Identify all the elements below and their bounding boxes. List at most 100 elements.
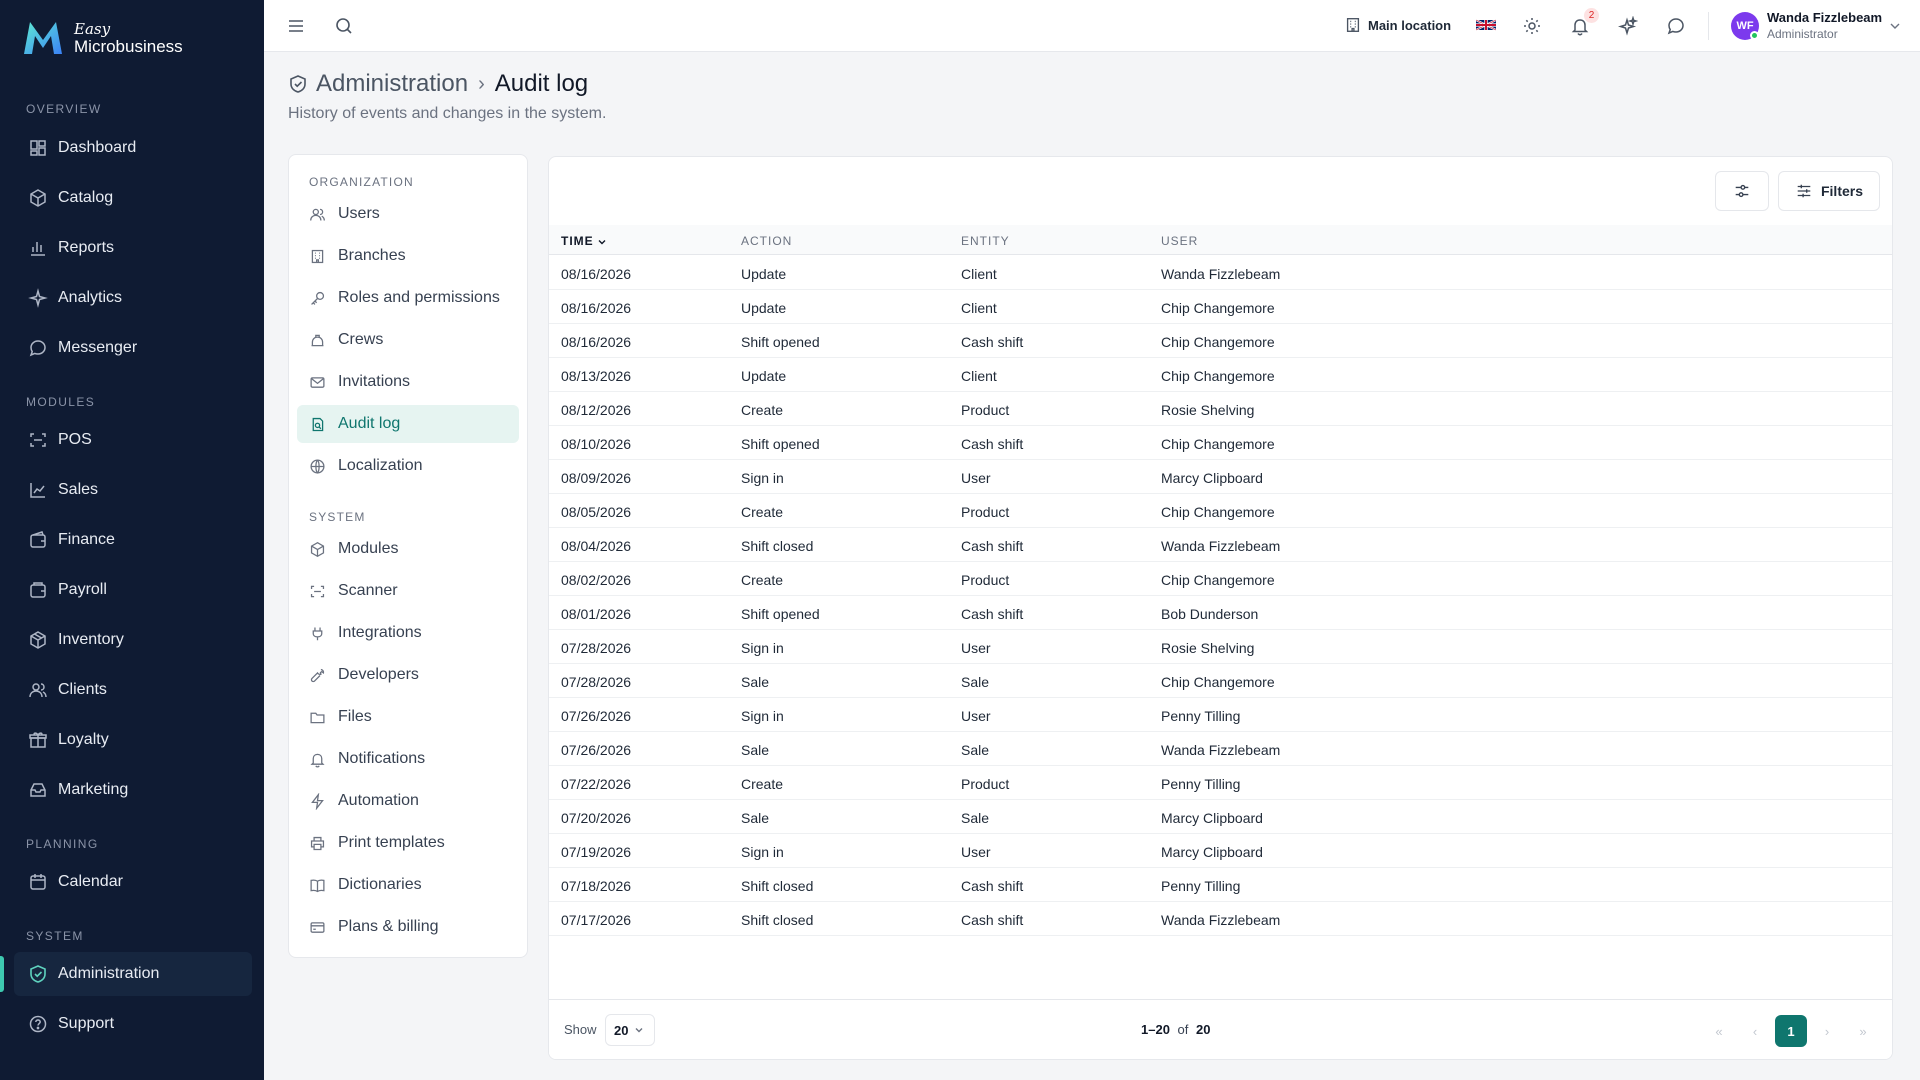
sidebar-item-calendar[interactable]: Calendar bbox=[14, 860, 252, 904]
table-row[interactable]: 07/20/2026 Sale Sale Marcy Clipboard bbox=[549, 800, 1892, 834]
next-page-button[interactable]: › bbox=[1811, 1015, 1843, 1047]
cell-time: 07/26/2026 bbox=[561, 742, 632, 758]
menu-item-files[interactable]: Files bbox=[297, 698, 519, 736]
current-page-button[interactable]: 1 bbox=[1775, 1015, 1807, 1047]
sidebar-item-messenger[interactable]: Messenger bbox=[14, 326, 252, 370]
pos-icon bbox=[30, 433, 46, 447]
brand[interactable]: Easy Microbusiness bbox=[20, 18, 183, 58]
menu-item-invitations[interactable]: Invitations bbox=[297, 363, 519, 401]
nav-section-planning: PLANNING bbox=[26, 837, 99, 851]
table-row[interactable]: 08/09/2026 Sign in User Marcy Clipboard bbox=[549, 460, 1892, 494]
sidebar-item-payroll[interactable]: Payroll bbox=[14, 568, 252, 612]
cell-action: Create bbox=[741, 402, 784, 418]
table-row[interactable]: 08/16/2026 Update Client Wanda Fizzlebeam bbox=[549, 256, 1892, 290]
column-header-action[interactable]: ACTION bbox=[741, 234, 792, 248]
first-page-button[interactable]: « bbox=[1703, 1015, 1735, 1047]
menu-item-print-templates[interactable]: Print templates bbox=[297, 824, 519, 862]
menu-item-modules[interactable]: Modules bbox=[297, 530, 519, 568]
loyalty-icon bbox=[29, 732, 47, 748]
menu-item-crews[interactable]: Crews bbox=[297, 321, 519, 359]
sidebar-item-catalog[interactable]: Catalog bbox=[14, 176, 252, 220]
breadcrumb-parent[interactable]: Administration bbox=[316, 70, 468, 98]
sidebar-item-reports[interactable]: Reports bbox=[14, 226, 252, 270]
menu-item-label: Localization bbox=[338, 457, 423, 474]
sidebar-item-sales[interactable]: Sales bbox=[14, 468, 252, 512]
cell-user: Penny Tilling bbox=[1161, 708, 1241, 724]
sidebar-item-loyalty[interactable]: Loyalty bbox=[14, 718, 252, 762]
sidebar-item-administration[interactable]: Administration bbox=[14, 952, 252, 996]
sidebar-item-finance[interactable]: Finance bbox=[14, 518, 252, 562]
table-row[interactable]: 08/12/2026 Create Product Rosie Shelving bbox=[549, 392, 1892, 426]
menu-item-dictionaries[interactable]: Dictionaries bbox=[297, 866, 519, 904]
dashboard-icon bbox=[30, 140, 46, 156]
cell-entity: Cash shift bbox=[961, 606, 1024, 622]
menu-item-audit-log[interactable]: Audit log bbox=[297, 405, 519, 443]
cell-entity: User bbox=[961, 640, 991, 656]
sidebar-item-support[interactable]: Support bbox=[14, 1002, 252, 1046]
menu-item-automation[interactable]: Automation bbox=[297, 782, 519, 820]
page-size-select[interactable]: 20 bbox=[605, 1014, 655, 1046]
menu-item-notifications[interactable]: Notifications bbox=[297, 740, 519, 778]
table-row[interactable]: 08/10/2026 Shift opened Cash shift Chip Cha… bbox=[549, 426, 1892, 460]
sidebar-item-label: POS bbox=[58, 431, 92, 448]
menu-item-plans-billing[interactable]: Plans & billing bbox=[297, 908, 519, 946]
cell-time: 08/02/2026 bbox=[561, 572, 632, 588]
uk-flag-icon[interactable] bbox=[1476, 18, 1496, 32]
menu-item-roles[interactable]: Roles and permissions bbox=[297, 279, 519, 317]
chat-icon[interactable] bbox=[1666, 16, 1686, 36]
sidebar-item-label: Catalog bbox=[58, 189, 114, 206]
menu-item-users[interactable]: Users bbox=[297, 195, 519, 233]
menu-item-integrations[interactable]: Integrations bbox=[297, 614, 519, 652]
table-row[interactable]: 07/28/2026 Sale Sale Chip Changemore bbox=[549, 664, 1892, 698]
table-row[interactable]: 08/16/2026 Update Client Chip Changemore bbox=[549, 290, 1892, 324]
table-row[interactable]: 08/04/2026 Shift closed Cash shift Wanda Fi… bbox=[549, 528, 1892, 562]
cell-time: 08/10/2026 bbox=[561, 436, 632, 452]
catalog-icon bbox=[30, 189, 46, 207]
table-row[interactable]: 07/26/2026 Sale Sale Wanda Fizzlebeam bbox=[549, 732, 1892, 766]
last-page-button[interactable]: » bbox=[1847, 1015, 1879, 1047]
table-row[interactable]: 07/17/2026 Shift closed Cash shift Wanda Fi… bbox=[549, 902, 1892, 936]
cell-action: Create bbox=[741, 776, 784, 792]
table-row[interactable]: 08/05/2026 Create Product Chip Changemore bbox=[549, 494, 1892, 528]
column-header-user[interactable]: USER bbox=[1161, 234, 1198, 248]
menu-item-branches[interactable]: Branches bbox=[297, 237, 519, 275]
cell-user: Rosie Shelving bbox=[1161, 402, 1255, 418]
table-row[interactable]: 07/19/2026 Sign in User Marcy Clipboard bbox=[549, 834, 1892, 868]
sidebar-item-inventory[interactable]: Inventory bbox=[14, 618, 252, 662]
menu-icon[interactable] bbox=[286, 16, 306, 36]
chevron-down-icon[interactable] bbox=[1888, 19, 1902, 33]
sidebar-item-marketing[interactable]: Marketing bbox=[14, 768, 252, 812]
sidebar-item-dashboard[interactable]: Dashboard bbox=[14, 126, 252, 170]
filters-button[interactable]: Filters bbox=[1778, 171, 1880, 211]
column-header-entity[interactable]: ENTITY bbox=[961, 234, 1010, 248]
user-name[interactable]: Wanda Fizzlebeam bbox=[1767, 10, 1882, 25]
cell-action: Sign in bbox=[741, 470, 784, 486]
menu-item-label: Users bbox=[338, 205, 380, 222]
table-row[interactable]: 07/18/2026 Shift closed Cash shift Penny Ti… bbox=[549, 868, 1892, 902]
menu-item-localization[interactable]: Localization bbox=[297, 447, 519, 485]
cell-time: 08/09/2026 bbox=[561, 470, 632, 486]
column-settings-button[interactable] bbox=[1715, 171, 1769, 211]
menu-item-scanner[interactable]: Scanner bbox=[297, 572, 519, 610]
sidebar-item-clients[interactable]: Clients bbox=[14, 668, 252, 712]
table-row[interactable]: 07/26/2026 Sign in User Penny Tilling bbox=[549, 698, 1892, 732]
search-icon[interactable] bbox=[334, 16, 354, 36]
cell-user: Chip Changemore bbox=[1161, 436, 1275, 452]
sparkle-icon[interactable] bbox=[1618, 16, 1638, 36]
table-row[interactable]: 07/22/2026 Create Product Penny Tilling bbox=[549, 766, 1892, 800]
sun-icon[interactable] bbox=[1522, 16, 1542, 36]
sidebar-item-analytics[interactable]: Analytics bbox=[14, 276, 252, 320]
prev-page-button[interactable]: ‹ bbox=[1739, 1015, 1771, 1047]
table-row[interactable]: 08/01/2026 Shift opened Cash shift Bob Dund… bbox=[549, 596, 1892, 630]
table-row[interactable]: 07/28/2026 Sign in User Rosie Shelving bbox=[549, 630, 1892, 664]
cell-time: 07/19/2026 bbox=[561, 844, 632, 860]
table-row[interactable]: 08/13/2026 Update Client Chip Changemore bbox=[549, 358, 1892, 392]
location-selector[interactable]: Main location bbox=[1344, 16, 1451, 34]
menu-section-system: SYSTEM bbox=[309, 510, 366, 524]
menu-item-developers[interactable]: Developers bbox=[297, 656, 519, 694]
column-header-time[interactable]: TIME bbox=[561, 234, 607, 248]
sidebar-item-pos[interactable]: POS bbox=[14, 418, 252, 462]
cell-time: 07/17/2026 bbox=[561, 912, 632, 928]
table-row[interactable]: 08/16/2026 Shift opened Cash shift Chip Cha… bbox=[549, 324, 1892, 358]
table-row[interactable]: 08/02/2026 Create Product Chip Changemore bbox=[549, 562, 1892, 596]
